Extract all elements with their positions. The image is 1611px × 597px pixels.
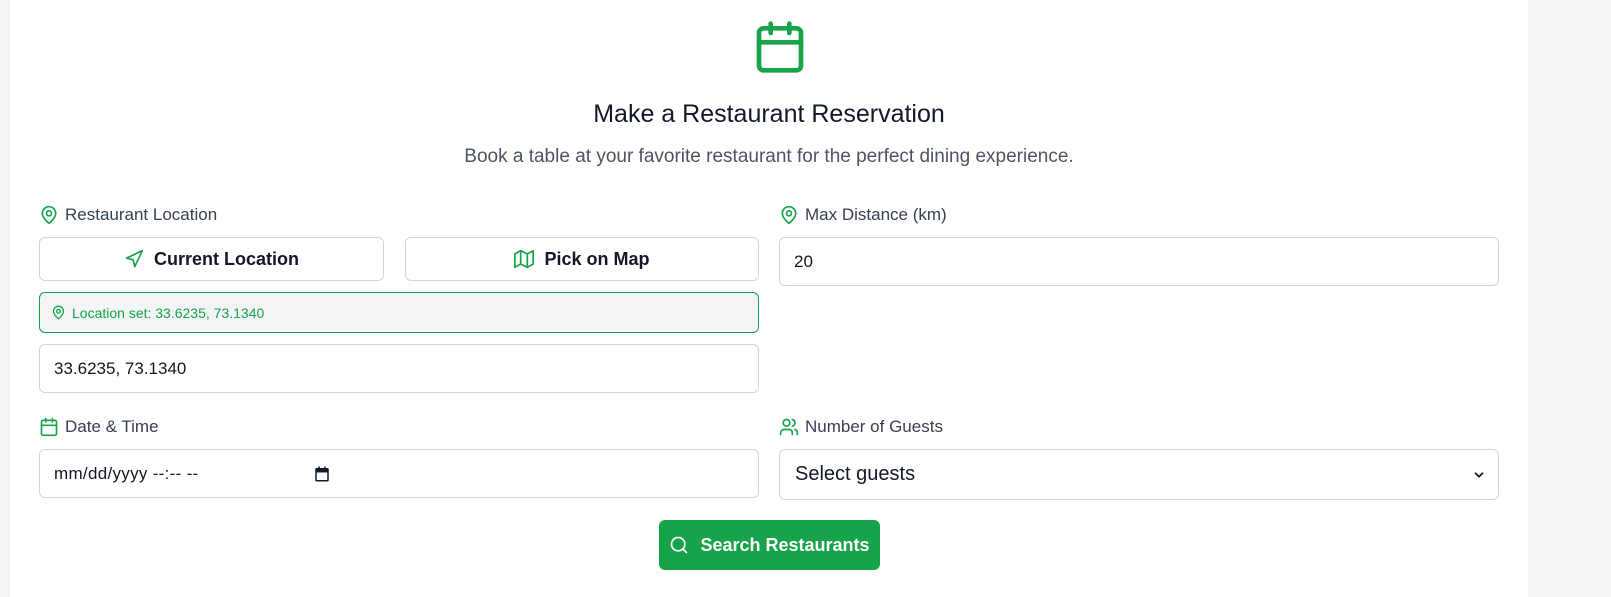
max-distance-label-text: Max Distance (km) xyxy=(805,205,947,224)
restaurant-location-label-text: Restaurant Location xyxy=(65,205,218,224)
reservation-card: Make a Restaurant Reservation Book a tab… xyxy=(10,0,1528,597)
search-icon xyxy=(671,536,688,554)
date-time-input[interactable]: mm/dd/yyyy --:-- -- xyxy=(39,449,759,498)
guests-select[interactable]: Select guests xyxy=(779,449,1499,500)
pick-on-map-button[interactable]: Pick on Map xyxy=(405,237,759,281)
calendar-icon xyxy=(756,21,804,73)
pick-on-map-button-label: Pick on Map xyxy=(544,248,650,269)
map-pin-icon xyxy=(41,205,57,225)
calendar-picker-icon[interactable] xyxy=(313,465,331,483)
calendar-icon xyxy=(40,417,58,437)
restaurant-location-label: Restaurant Location xyxy=(39,205,217,225)
number-of-guests-label: Number of Guests xyxy=(779,417,943,437)
date-time-label: Date & Time xyxy=(39,417,159,437)
guests-select-value: Select guests xyxy=(795,463,916,485)
navigation-icon xyxy=(125,249,144,268)
number-of-guests-label-text: Number of Guests xyxy=(805,417,943,436)
max-distance-input-wrapper xyxy=(779,237,1499,286)
current-location-button[interactable]: Current Location xyxy=(39,237,384,281)
location-input-wrapper xyxy=(39,344,759,393)
page-title: Make a Restaurant Reservation xyxy=(593,100,945,128)
location-status: Location set: 33.6235, 73.1340 xyxy=(39,292,759,333)
max-distance-input[interactable] xyxy=(794,251,1498,272)
chevron-down-icon xyxy=(1474,471,1484,478)
location-input[interactable] xyxy=(54,358,758,379)
location-status-text: Location set: 33.6235, 73.1340 xyxy=(72,304,265,321)
search-restaurants-button[interactable]: Search Restaurants xyxy=(659,520,880,570)
users-icon xyxy=(779,418,799,436)
search-restaurants-button-label: Search Restaurants xyxy=(700,534,870,555)
date-time-placeholder: mm/dd/yyyy --:-- -- xyxy=(54,463,199,483)
map-pin-icon xyxy=(781,205,797,225)
current-location-button-label: Current Location xyxy=(153,248,299,269)
max-distance-label: Max Distance (km) xyxy=(779,205,947,225)
map-icon xyxy=(514,249,535,269)
page-subtitle: Book a table at your favorite restaurant… xyxy=(464,146,1074,167)
date-time-label-text: Date & Time xyxy=(65,417,159,436)
map-pin-icon xyxy=(52,305,65,320)
